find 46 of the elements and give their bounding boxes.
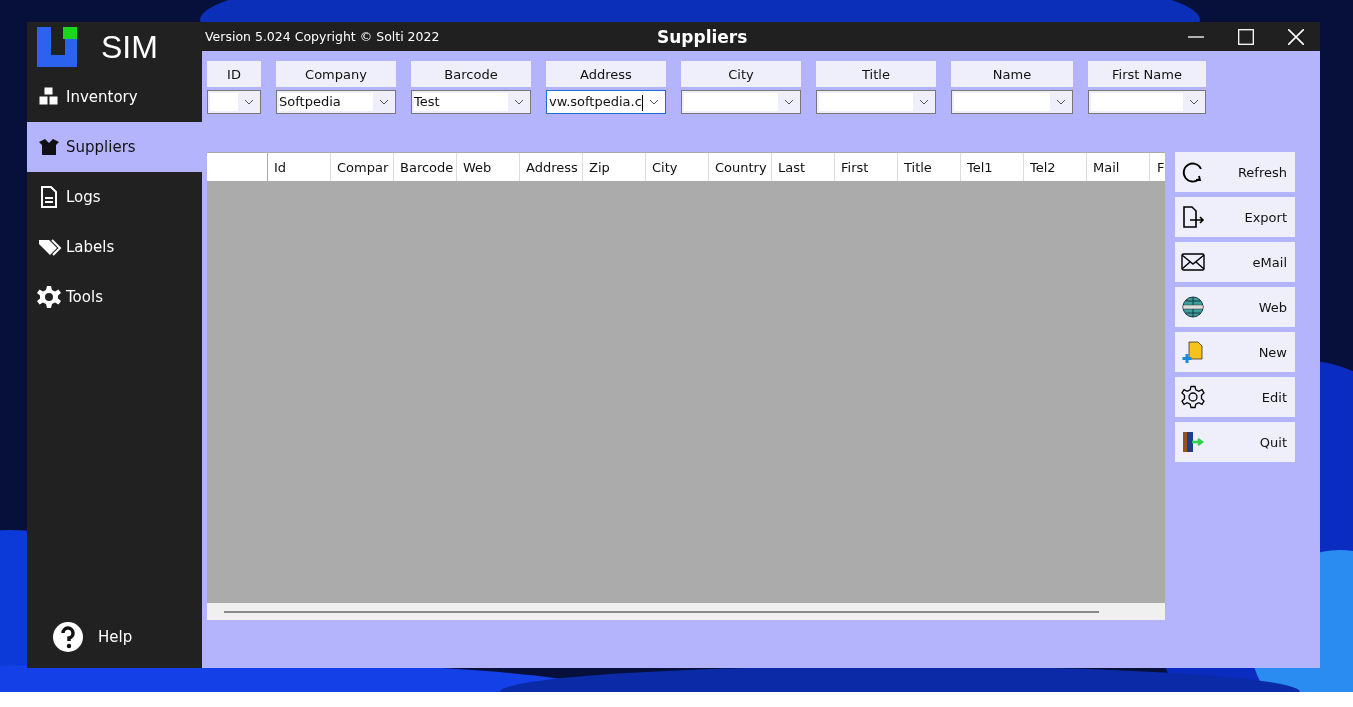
sidebar-item[interactable]: Inventory xyxy=(27,72,202,122)
export-icon xyxy=(1181,205,1205,229)
combo-box[interactable]: Test xyxy=(411,90,531,114)
refresh-icon xyxy=(1181,160,1205,184)
column-header[interactable]: F xyxy=(1150,153,1165,181)
action-button[interactable]: eMail xyxy=(1175,242,1295,282)
sidebar-item[interactable]: Labels xyxy=(27,222,202,272)
combo-box[interactable] xyxy=(681,90,801,114)
close-icon[interactable] xyxy=(1288,28,1304,45)
horizontal-scrollbar[interactable] xyxy=(207,603,1165,620)
combo-box[interactable] xyxy=(951,90,1073,114)
logo-icon xyxy=(37,27,77,67)
help-icon[interactable] xyxy=(52,621,84,653)
action-button[interactable]: Edit xyxy=(1175,377,1295,417)
sidebar-item[interactable]: Suppliers xyxy=(27,122,202,172)
envelope-icon xyxy=(1181,250,1205,274)
filter-label: Barcode xyxy=(411,61,531,87)
globe-icon xyxy=(1181,295,1205,319)
filter-label: City xyxy=(681,61,801,87)
action-button[interactable]: Quit xyxy=(1175,422,1295,462)
combo-box[interactable]: vw.softpedia.c xyxy=(546,90,666,114)
gear-icon xyxy=(1181,385,1205,409)
filter-label: Company xyxy=(276,61,396,87)
combo-box[interactable]: Softpedia xyxy=(276,90,396,114)
filter-label: Name xyxy=(951,61,1073,87)
filter-label: First Name xyxy=(1088,61,1206,87)
combo-box[interactable] xyxy=(1088,90,1206,114)
version-text: Version 5.024 Copyright © Solti 2022 xyxy=(204,29,440,44)
action-button[interactable]: New xyxy=(1175,332,1295,372)
action-button[interactable]: Export xyxy=(1175,197,1295,237)
filter-label: ID xyxy=(207,61,261,87)
filter-label: Address xyxy=(546,61,666,87)
app-name: SIM xyxy=(101,28,158,66)
combo-box[interactable] xyxy=(816,90,936,114)
help-link[interactable]: Help xyxy=(98,628,133,646)
action-button[interactable]: Refresh xyxy=(1175,152,1295,192)
door-icon xyxy=(1181,430,1205,454)
window-title: Suppliers xyxy=(657,26,748,47)
sidebar-item[interactable]: Tools xyxy=(27,272,202,322)
gear-icon xyxy=(36,285,62,309)
new-file-icon xyxy=(1181,340,1205,364)
maximize-icon[interactable] xyxy=(1238,28,1254,45)
filter-label: Title xyxy=(816,61,936,87)
action-button[interactable]: Web xyxy=(1175,287,1295,327)
sidebar-item[interactable]: Logs xyxy=(27,172,202,222)
combo-box[interactable] xyxy=(207,90,261,114)
